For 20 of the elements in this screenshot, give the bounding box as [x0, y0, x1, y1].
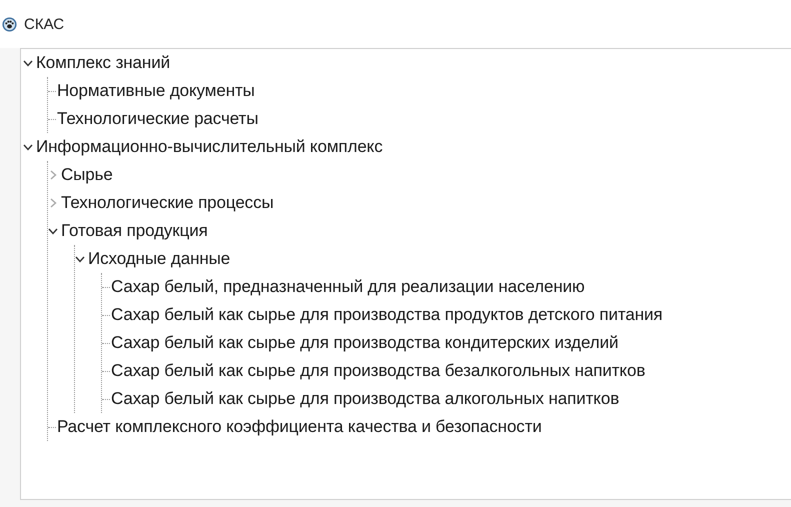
tree-item[interactable]: Нормативные документы [57, 81, 255, 101]
tree-item[interactable]: Исходные данные [88, 249, 230, 269]
tree-item[interactable]: Сахар белый как сырье для производства кондитерских изделий [111, 333, 618, 353]
tree-item[interactable]: Сахар белый как сырье для производства алкогольных напитков [111, 389, 620, 409]
chevron-down-icon[interactable] [75, 254, 85, 264]
tree-item[interactable]: Сахар белый как сырье для производства безалкогольных напитков [111, 361, 646, 381]
window-title: СКАС [24, 16, 64, 32]
paw-icon [2, 16, 17, 32]
tree-item[interactable]: Технологические процессы [61, 193, 274, 213]
chevron-down-icon[interactable] [23, 58, 33, 68]
chevron-down-icon[interactable] [48, 226, 58, 236]
tree-item[interactable]: Информационно-вычислительный комплекс [36, 137, 383, 157]
tree-item[interactable]: Расчет комплексного коэффициента качества и безопасности [57, 417, 542, 437]
tree-item[interactable]: Сахар белый как сырье для производства продуктов детского питания [111, 305, 663, 325]
tree-item[interactable]: Сахар белый, предназначенный для реализации населению [111, 277, 585, 297]
tree-item[interactable]: Технологические расчеты [57, 109, 258, 129]
tree-item[interactable]: Сырье [61, 165, 113, 185]
tree-item[interactable]: Комплекс знаний [36, 53, 170, 73]
tree-item[interactable]: Готовая продукция [61, 221, 208, 241]
chevron-down-icon[interactable] [23, 142, 33, 152]
